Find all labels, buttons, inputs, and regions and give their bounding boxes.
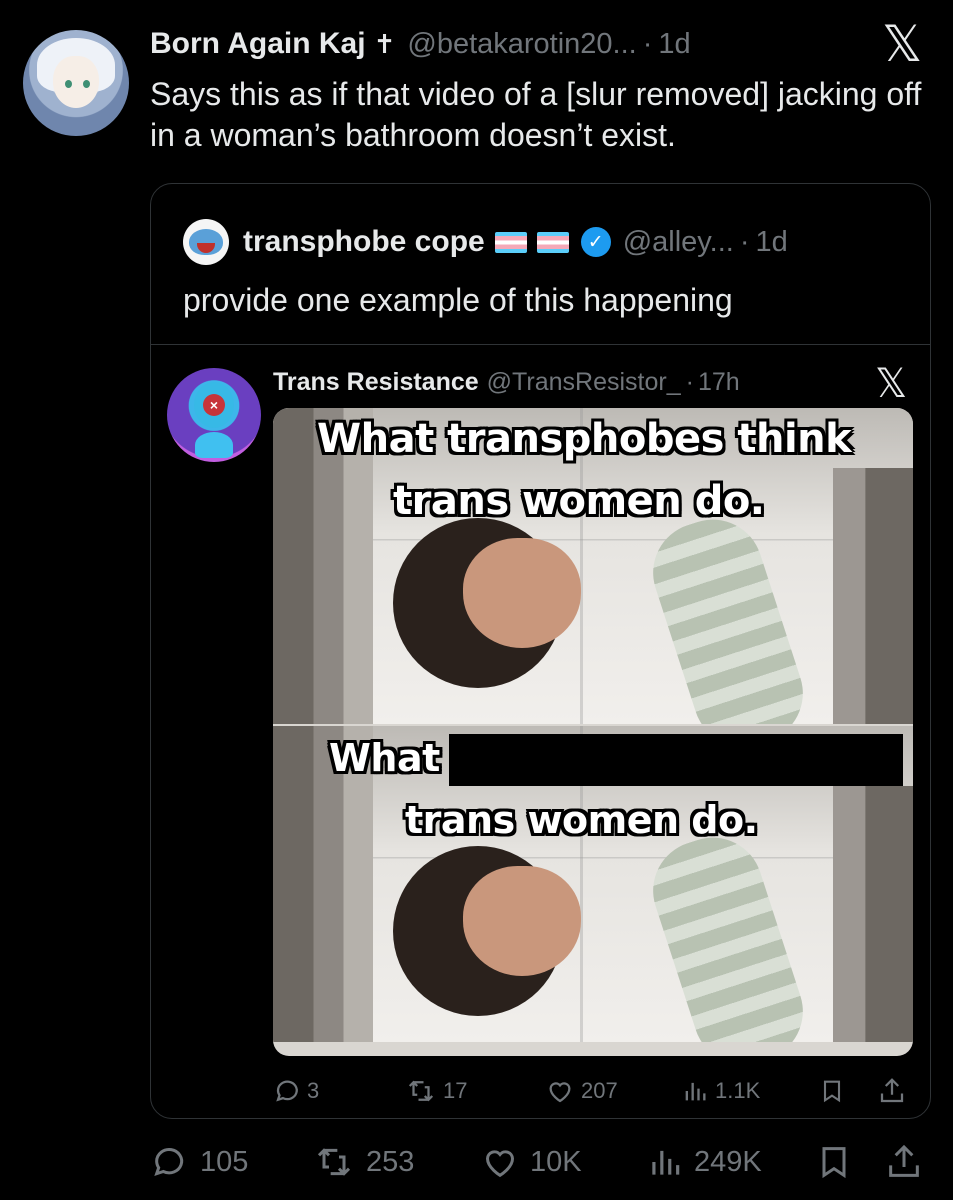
quoted-post-header: transphobe cope ✓ @alley... · 1d [183, 219, 788, 265]
divider [151, 344, 930, 345]
views-count: 1.1K [715, 1078, 761, 1103]
separator: · [739, 225, 750, 258]
quoted-author-avatar[interactable] [183, 219, 229, 265]
views-action[interactable]: 1.1K [681, 1076, 760, 1106]
reply-icon [276, 1080, 298, 1102]
reply-action[interactable]: 3 [273, 1076, 319, 1106]
like-action[interactable]: 207 [545, 1076, 618, 1106]
bookmark-icon [822, 1147, 846, 1179]
nested-post-header: Trans Resistance @TransResistor_ · 17h [273, 364, 740, 400]
views-count: 249K [694, 1145, 762, 1178]
like-icon [549, 1082, 571, 1103]
stall-divider-right [833, 468, 913, 724]
views-icon [685, 1082, 706, 1101]
repost-icon [317, 1148, 351, 1176]
author-handle[interactable]: @betakarotin20... [407, 28, 636, 61]
share-action[interactable] [877, 1076, 907, 1106]
quoted-author-handle[interactable]: @alley... [623, 226, 734, 259]
share-icon [889, 1144, 919, 1177]
avatar-eye [65, 80, 72, 88]
bookmark-action[interactable] [818, 1076, 846, 1106]
repost-icon [408, 1080, 434, 1102]
meme-caption-bottom-2: trans women do. [405, 798, 758, 842]
trans-flag-icon [536, 231, 569, 253]
person-arm [640, 506, 816, 724]
like-icon [485, 1150, 515, 1178]
avatar-x-mark: × [203, 394, 225, 416]
views-icon [652, 1150, 680, 1175]
x-logo-icon: 𝕏 [882, 15, 923, 73]
bookmark-action[interactable] [814, 1142, 854, 1182]
verified-badge-icon[interactable]: ✓ [580, 227, 611, 257]
like-count: 10K [530, 1145, 582, 1178]
author-avatar[interactable] [23, 30, 129, 136]
reply-action[interactable]: 105 [150, 1142, 248, 1182]
name-emoji: ✝ [373, 28, 396, 59]
avatar-face [53, 56, 99, 108]
repost-action[interactable]: 253 [312, 1142, 414, 1182]
person-face [463, 866, 581, 976]
quoted-post-time[interactable]: 1d [755, 226, 787, 259]
redaction-bar [449, 734, 903, 786]
separator: · [642, 27, 653, 60]
meme-panel-bottom: What trans women do. [273, 726, 913, 1042]
meme-caption-top-1: What transphobes think [317, 416, 852, 462]
post-header: Born Again Kaj ✝ @betakarotin20... · 1d [150, 22, 691, 66]
nested-post-time[interactable]: 17h [698, 368, 740, 397]
post-time[interactable]: 1d [658, 28, 690, 61]
reply-icon [154, 1148, 184, 1177]
person-face [463, 538, 581, 648]
person-arm [640, 824, 816, 1042]
avatar-body [195, 432, 233, 458]
stall-divider-right [833, 786, 913, 1042]
share-action[interactable] [884, 1142, 924, 1182]
meme-caption-top-2: trans women do. [393, 478, 765, 524]
views-action[interactable]: 249K [646, 1142, 762, 1182]
avatar-eye [83, 80, 90, 88]
meme-image[interactable]: What transphobes think trans women do. W… [273, 408, 913, 1056]
quoted-post[interactable]: transphobe cope ✓ @alley... · 1d provide… [150, 183, 931, 1119]
nested-author-avatar[interactable]: × [167, 368, 261, 462]
share-icon [880, 1078, 904, 1103]
nested-author-handle[interactable]: @TransResistor_ [487, 368, 681, 397]
post-actions-bar: 105 253 10K 249K [150, 1140, 930, 1184]
separator: · [685, 367, 694, 396]
repost-action[interactable]: 17 [405, 1076, 467, 1106]
x-logo-icon: 𝕏 [875, 361, 908, 407]
meme-panel-top: What transphobes think trans women do. [273, 408, 913, 724]
like-action[interactable]: 10K [480, 1142, 582, 1182]
nested-actions-bar: 3 17 207 1.1K [273, 1074, 913, 1108]
bookmark-icon [823, 1080, 841, 1103]
post-text: Says this as if that video of a [slur re… [150, 76, 922, 153]
quoted-author-name[interactable]: transphobe cope [243, 225, 485, 259]
quoted-post-text: provide one example of this happening [183, 282, 733, 318]
meme-caption-bottom-1: What [329, 736, 440, 780]
reply-count: 105 [200, 1145, 249, 1178]
trans-flag-icon [494, 231, 527, 253]
like-count: 207 [581, 1078, 618, 1103]
repost-count: 253 [366, 1145, 415, 1178]
nested-author-name[interactable]: Trans Resistance [273, 368, 479, 397]
author-name[interactable]: Born Again Kaj [150, 27, 366, 61]
reply-count: 3 [307, 1078, 320, 1103]
repost-count: 17 [443, 1078, 468, 1103]
